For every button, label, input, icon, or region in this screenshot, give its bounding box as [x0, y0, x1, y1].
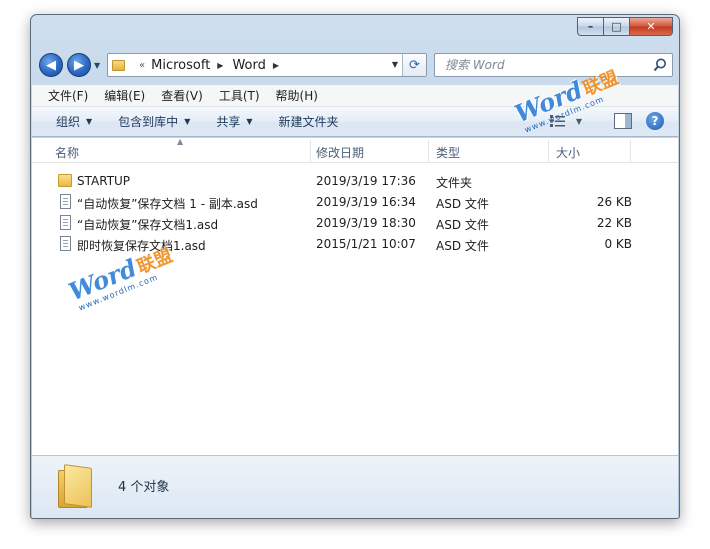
new-folder-label: 新建文件夹	[278, 115, 339, 129]
file-type: ASD 文件	[436, 218, 489, 232]
details-pane: 4 个对象	[32, 455, 678, 518]
column-type[interactable]: 类型	[436, 144, 460, 161]
refresh-button[interactable]: ⟳	[402, 54, 426, 76]
file-modified: 2019/3/19 17:36	[316, 174, 416, 188]
caret-down-icon: ▼	[86, 117, 93, 126]
caret-down-icon: ▼	[184, 117, 191, 126]
file-icon	[60, 236, 71, 251]
file-modified: 2015/1/21 10:07	[316, 237, 416, 251]
file-name: “自动恢复”保存文档1.asd	[77, 218, 219, 232]
address-bar[interactable]: « Microsoft ▶ Word ▶ ▼ ⟳	[107, 53, 427, 77]
breadcrumb-word[interactable]: Word	[232, 58, 265, 73]
folder-icon	[58, 464, 96, 508]
menu-file[interactable]: 文件(F)	[48, 87, 88, 104]
file-icon	[60, 215, 71, 230]
preview-pane-button[interactable]	[614, 113, 632, 129]
file-type: ASD 文件	[436, 239, 489, 253]
chevron-right-icon[interactable]: ▶	[217, 61, 223, 70]
file-size: 0 KB	[604, 237, 632, 251]
caret-down-icon: ▼	[575, 116, 582, 126]
item-count: 4 个对象	[118, 480, 170, 495]
breadcrumb-microsoft[interactable]: Microsoft	[151, 58, 210, 73]
column-divider[interactable]	[428, 140, 429, 162]
breadcrumb-overflow[interactable]: «	[139, 60, 145, 71]
close-button[interactable]: ✕	[629, 17, 673, 36]
menu-help[interactable]: 帮助(H)	[276, 87, 318, 104]
caption-buttons: – □ ✕	[577, 17, 673, 36]
share-button[interactable]: 共享 ▼	[216, 113, 252, 130]
minimize-button[interactable]: –	[577, 17, 603, 36]
recent-pages-dropdown[interactable]: ▼	[94, 61, 100, 70]
column-name[interactable]: 名称	[55, 144, 79, 161]
file-size: 26 KB	[596, 195, 632, 209]
sort-ascending-icon: ▲	[177, 137, 184, 146]
organize-button[interactable]: 组织 ▼	[56, 113, 92, 130]
forward-button[interactable]: ▶	[67, 53, 91, 77]
back-button[interactable]: ◀	[39, 53, 63, 77]
caret-down-icon: ▼	[246, 117, 253, 126]
menu-view[interactable]: 查看(V)	[161, 87, 203, 104]
new-folder-button[interactable]: 新建文件夹	[279, 113, 339, 130]
search-box[interactable]	[434, 53, 673, 77]
column-divider[interactable]	[548, 140, 549, 162]
folder-icon	[58, 174, 72, 187]
file-name: STARTUP	[77, 174, 131, 188]
file-size: 22 KB	[596, 216, 632, 230]
column-divider[interactable]	[630, 140, 631, 162]
share-label: 共享	[216, 115, 241, 129]
organize-label: 组织	[56, 115, 81, 129]
file-row[interactable]: “自动恢复”保存文档1.asd 2019/3/19 18:30 ASD 文件 2…	[52, 213, 642, 233]
chevron-right-icon[interactable]: ▶	[273, 61, 279, 70]
file-type: ASD 文件	[436, 197, 489, 211]
file-icon	[60, 194, 71, 209]
column-divider[interactable]	[310, 140, 311, 162]
column-size[interactable]: 大小	[556, 144, 580, 161]
include-in-library-button[interactable]: 包含到库中 ▼	[118, 113, 190, 130]
file-name: “自动恢复”保存文档 1 - 副本.asd	[77, 197, 258, 211]
address-dropdown-icon[interactable]: ▼	[392, 60, 398, 69]
search-icon[interactable]	[652, 57, 668, 73]
maximize-button[interactable]: □	[603, 17, 629, 36]
column-modified[interactable]: 修改日期	[316, 144, 364, 161]
column-header: ▲ 名称 修改日期 类型 大小	[32, 137, 678, 163]
file-type: 文件夹	[436, 176, 473, 190]
help-icon[interactable]: ?	[646, 112, 664, 130]
file-modified: 2019/3/19 16:34	[316, 195, 416, 209]
menu-tools[interactable]: 工具(T)	[219, 87, 260, 104]
file-row[interactable]: STARTUP 2019/3/19 17:36 文件夹	[52, 171, 642, 191]
folder-icon	[112, 59, 125, 71]
file-list: ▲ 名称 修改日期 类型 大小 STARTUP 2019/3/19 17:36 …	[32, 137, 678, 455]
include-in-library-label: 包含到库中	[118, 115, 179, 129]
file-row[interactable]: “自动恢复”保存文档 1 - 副本.asd 2019/3/19 16:34 AS…	[52, 192, 642, 212]
file-modified: 2019/3/19 18:30	[316, 216, 416, 230]
menu-edit[interactable]: 编辑(E)	[104, 87, 145, 104]
